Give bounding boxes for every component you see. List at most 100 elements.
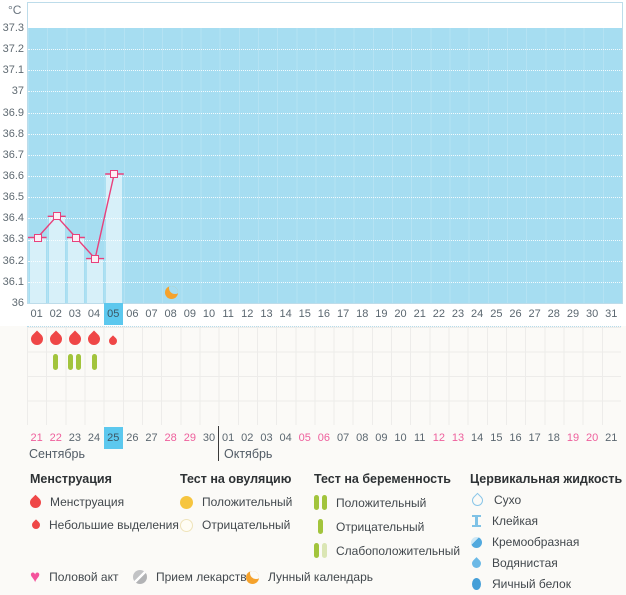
temperature-point[interactable] — [52, 212, 61, 221]
calendar-date-cell[interactable]: 22 — [46, 427, 65, 449]
month-label-september: Сентябрь — [29, 447, 85, 461]
legend-label: Лунный календарь — [268, 570, 374, 584]
calendar-date-cell[interactable]: 09 — [372, 427, 391, 449]
cycle-day-cell[interactable]: 10 — [199, 303, 218, 325]
calendar-date-cell[interactable]: 14 — [468, 427, 487, 449]
cycle-day-cell[interactable]: 23 — [448, 303, 467, 325]
calendar-date-cell[interactable]: 21 — [602, 427, 621, 449]
cycle-day-cell[interactable]: 26 — [506, 303, 525, 325]
calendar-date-cell[interactable]: 18 — [544, 427, 563, 449]
cycle-day-cell[interactable]: 20 — [391, 303, 410, 325]
pregnancy-test-day-icon — [68, 354, 74, 370]
cycle-day-cell[interactable]: 27 — [525, 303, 544, 325]
cycle-day-cell[interactable]: 18 — [353, 303, 372, 325]
legend-item-lunar: Лунный календарь — [246, 570, 373, 584]
cycle-day-cell[interactable]: 19 — [372, 303, 391, 325]
calendar-date-cell[interactable]: 20 — [583, 427, 602, 449]
calendar-date-cell[interactable]: 06 — [314, 427, 333, 449]
pregnancy-test-day-icon — [53, 354, 59, 370]
cycle-day-cell[interactable]: 21 — [410, 303, 429, 325]
cycle-day-cell[interactable]: 04 — [84, 303, 103, 325]
legend-pregnancy-test: Тест на беременность Положительный Отриц… — [314, 472, 460, 558]
cycle-day-cell[interactable]: 24 — [468, 303, 487, 325]
legend-menstruation: Менструация Менструация Небольшие выделе… — [27, 472, 179, 532]
cycle-day-cell[interactable]: 15 — [295, 303, 314, 325]
calendar-date-cell[interactable]: 11 — [410, 427, 429, 449]
cycle-day-cell[interactable]: 30 — [583, 303, 602, 325]
legend-item-ovulation-positive: Положительный — [180, 495, 292, 509]
calendar-date-cell[interactable]: 01 — [219, 427, 238, 449]
calendar-date-cell[interactable]: 29 — [180, 427, 199, 449]
calendar-date-cell[interactable]: 21 — [27, 427, 46, 449]
temperature-point[interactable] — [33, 233, 42, 242]
pill-icon — [133, 570, 147, 584]
calendar-date-cell[interactable]: 07 — [334, 427, 353, 449]
pregnancy-weak-positive-icon — [314, 543, 327, 558]
legend-item-menstruation: Менструация — [27, 494, 179, 510]
cycle-day-cell[interactable]: 25 — [487, 303, 506, 325]
calendar-date-cell[interactable]: 02 — [238, 427, 257, 449]
cycle-day-cell[interactable]: 13 — [257, 303, 276, 325]
calendar-date-cell[interactable]: 28 — [161, 427, 180, 449]
y-axis-unit: °C — [8, 3, 22, 17]
calendar-date-cell[interactable]: 17 — [525, 427, 544, 449]
cycle-day-cell[interactable]: 11 — [219, 303, 238, 325]
temperature-plot — [27, 2, 623, 304]
ovulation-negative-icon — [180, 518, 193, 532]
legend-item-sticky: Клейкая — [470, 514, 622, 528]
y-axis-tick: 36.4 — [2, 212, 24, 225]
calendar-date-cell[interactable]: 19 — [563, 427, 582, 449]
cycle-day-cell[interactable]: 05 — [103, 303, 123, 325]
temperature-point[interactable] — [110, 170, 119, 178]
calendar-date-row: 21 22 23 24 25 26 27 28 29 30 01 02 03 04 05 06 07 08 09 10… — [27, 427, 621, 449]
legend-label: Отрицательный — [202, 518, 291, 532]
y-axis-tick: 36 — [11, 296, 24, 309]
calendar-date-cell[interactable]: 15 — [487, 427, 506, 449]
cycle-day-cell[interactable]: 01 — [27, 303, 46, 325]
calendar-date-cell[interactable]: 23 — [65, 427, 84, 449]
pregnancy-negative-icon — [318, 519, 323, 534]
cycle-day-cell[interactable]: 09 — [180, 303, 199, 325]
calendar-date-cell[interactable]: 04 — [276, 427, 295, 449]
cycle-day-cell[interactable]: 22 — [429, 303, 448, 325]
calendar-date-cell[interactable]: 12 — [429, 427, 448, 449]
month-label-october: Октябрь — [224, 447, 273, 461]
sticky-icon — [472, 515, 481, 527]
calendar-date-cell[interactable]: 10 — [391, 427, 410, 449]
cycle-day-cell[interactable]: 06 — [123, 303, 142, 325]
y-axis-tick: 37.1 — [2, 64, 24, 77]
legend-item-eggwhite: Яичный белок — [470, 577, 622, 591]
cycle-day-cell[interactable]: 08 — [161, 303, 180, 325]
cycle-day-cell[interactable]: 29 — [563, 303, 582, 325]
cycle-day-cell[interactable]: 02 — [46, 303, 65, 325]
calendar-date-cell[interactable]: 13 — [448, 427, 467, 449]
y-axis: 37.3 37.2 37.1 37 36.9 36.8 36.7 36.6 36.5 36.4 36… — [0, 22, 24, 318]
calendar-date-cell[interactable]: 30 — [199, 427, 218, 449]
calendar-date-cell[interactable]: 08 — [353, 427, 372, 449]
legend-pregnancy-title: Тест на беременность — [314, 472, 451, 486]
cycle-day-cell[interactable]: 07 — [142, 303, 161, 325]
calendar-date-cell[interactable]: 16 — [506, 427, 525, 449]
temperature-point[interactable] — [71, 233, 80, 242]
legend-item-dry: Сухо — [469, 492, 622, 508]
cycle-day-cell[interactable]: 28 — [544, 303, 563, 325]
cycle-day-cell[interactable]: 31 — [602, 303, 621, 325]
legend-label: Положительный — [336, 495, 427, 510]
legend-ovulation-test: Тест на овуляцию Положительный Отрицател… — [180, 472, 292, 532]
y-axis-tick: 36.7 — [2, 148, 24, 161]
calendar-date-cell[interactable]: 27 — [142, 427, 161, 449]
cycle-day-cell[interactable]: 12 — [238, 303, 257, 325]
cycle-day-cell[interactable]: 17 — [334, 303, 353, 325]
y-axis-tick: 36.9 — [2, 106, 24, 119]
cycle-day-cell[interactable]: 16 — [314, 303, 333, 325]
calendar-date-cell[interactable]: 03 — [257, 427, 276, 449]
cycle-day-cell[interactable]: 14 — [276, 303, 295, 325]
calendar-date-cell[interactable]: 24 — [84, 427, 103, 449]
calendar-date-cell[interactable]: 26 — [123, 427, 142, 449]
calendar-date-cell[interactable]: 25 — [103, 427, 123, 449]
calendar-date-cell[interactable]: 05 — [295, 427, 314, 449]
legend-label: Отрицательный — [336, 519, 425, 534]
legend-cervical-fluid: Цервикальная жидкость Сухо Клейкая Кремо… — [469, 472, 622, 591]
temperature-point[interactable] — [91, 254, 100, 263]
cycle-day-cell[interactable]: 03 — [65, 303, 84, 325]
